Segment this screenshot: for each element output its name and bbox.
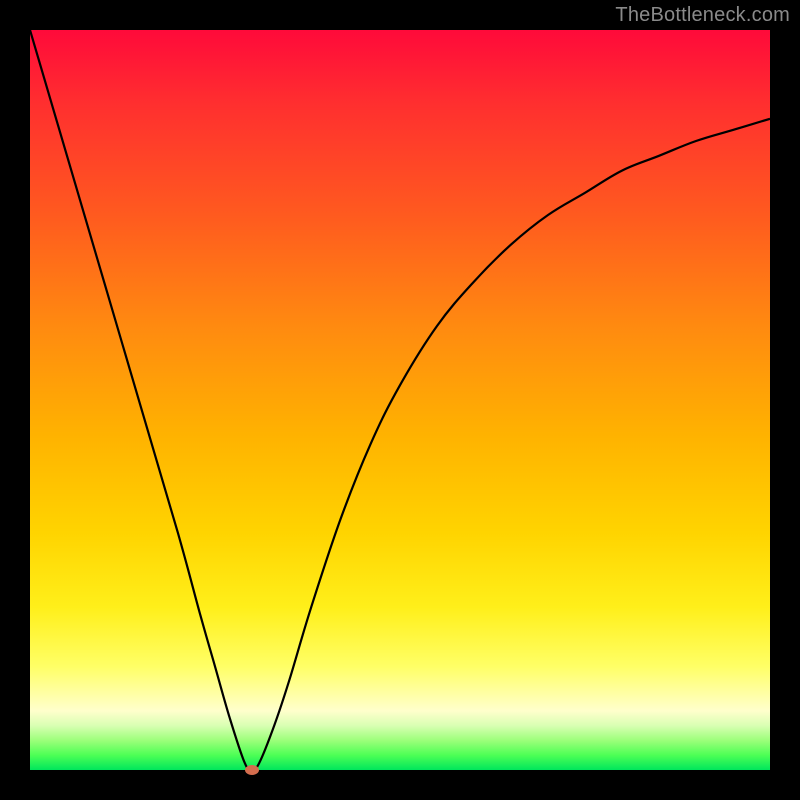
optimal-marker [245,765,259,775]
chart-frame: TheBottleneck.com [0,0,800,800]
bottleneck-curve-path [30,30,770,770]
curve-svg [30,30,770,770]
plot-area [30,30,770,770]
watermark-text: TheBottleneck.com [615,4,790,27]
